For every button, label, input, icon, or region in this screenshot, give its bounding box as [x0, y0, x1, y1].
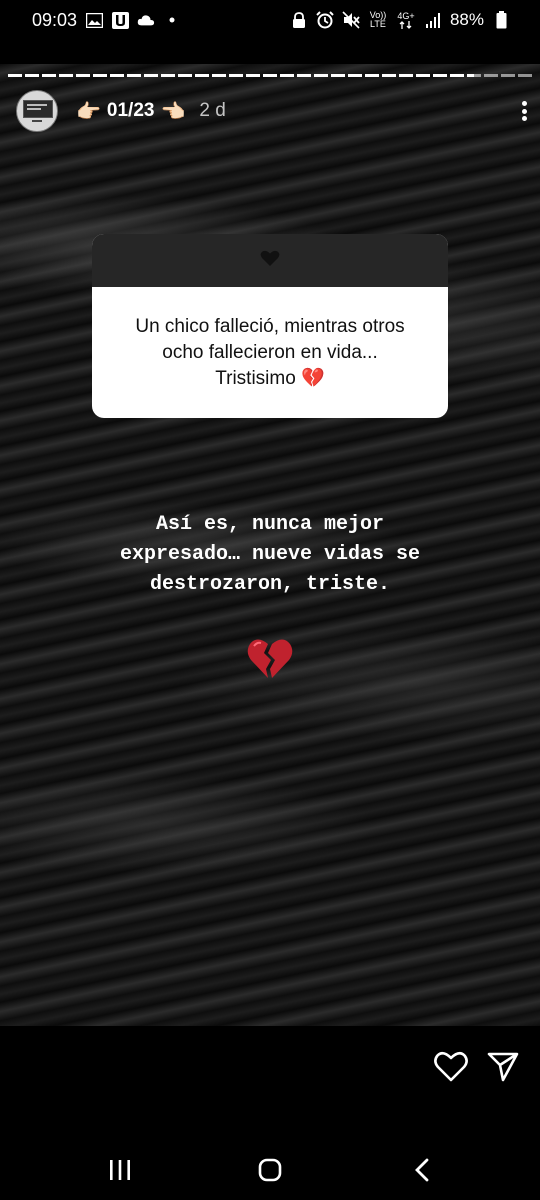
story-header: 👉🏻 01/23 👈🏻 2 d: [16, 90, 530, 132]
cloud-icon: [137, 11, 155, 29]
back-icon[interactable]: [402, 1154, 442, 1186]
dot-icon: [163, 11, 181, 29]
recents-icon[interactable]: [100, 1154, 140, 1186]
status-bar: 09:03 Vo)) LTE 4G+ 88%: [0, 0, 540, 40]
send-icon[interactable]: [486, 1051, 520, 1083]
question-sticker: Un chico falleció, mientras otros ocho f…: [92, 234, 448, 418]
username[interactable]: 👉🏻 01/23 👈🏻: [76, 99, 185, 124]
home-icon[interactable]: [250, 1154, 290, 1186]
lock-icon: [290, 11, 308, 29]
u-app-icon: [111, 11, 129, 29]
pointing-right-icon: 👉🏻: [76, 100, 101, 123]
question-text: Un chico falleció, mientras otros ocho f…: [135, 315, 405, 389]
pointing-left-icon: 👈🏻: [160, 100, 186, 123]
broken-heart-icon: [247, 636, 293, 680]
battery-percent: 88%: [449, 10, 484, 29]
alarm-icon: [316, 11, 334, 29]
story-time-ago: 2 d: [199, 100, 226, 121]
story-progress-bar: [8, 74, 532, 77]
navigation-bar: [0, 1140, 540, 1200]
heart-icon: [260, 250, 280, 272]
story-reply-text: Así es, nunca mejor expresado… nueve vid…: [119, 513, 421, 596]
status-right: Vo)) LTE 4G+ 88%: [290, 10, 510, 30]
story-view[interactable]: 👉🏻 01/23 👈🏻 2 d Un chico falleció, mient…: [0, 64, 540, 1026]
story-progress-fill: [8, 74, 475, 77]
heart-outline-icon[interactable]: [434, 1051, 468, 1083]
mute-icon: [342, 11, 360, 29]
question-sticker-header: [92, 234, 448, 287]
avatar[interactable]: [16, 90, 58, 132]
battery-icon: [492, 11, 510, 29]
status-time: 09:03: [32, 9, 78, 30]
signal-icon: [424, 11, 442, 29]
volte-icon: Vo)) LTE: [369, 10, 387, 29]
username-text: 01/23: [106, 100, 155, 121]
image-icon: [85, 11, 103, 29]
status-left: 09:03: [32, 10, 181, 31]
more-options-icon[interactable]: [518, 99, 530, 123]
story-actions: [0, 1026, 540, 1116]
4g-icon: 4G+: [396, 11, 416, 29]
